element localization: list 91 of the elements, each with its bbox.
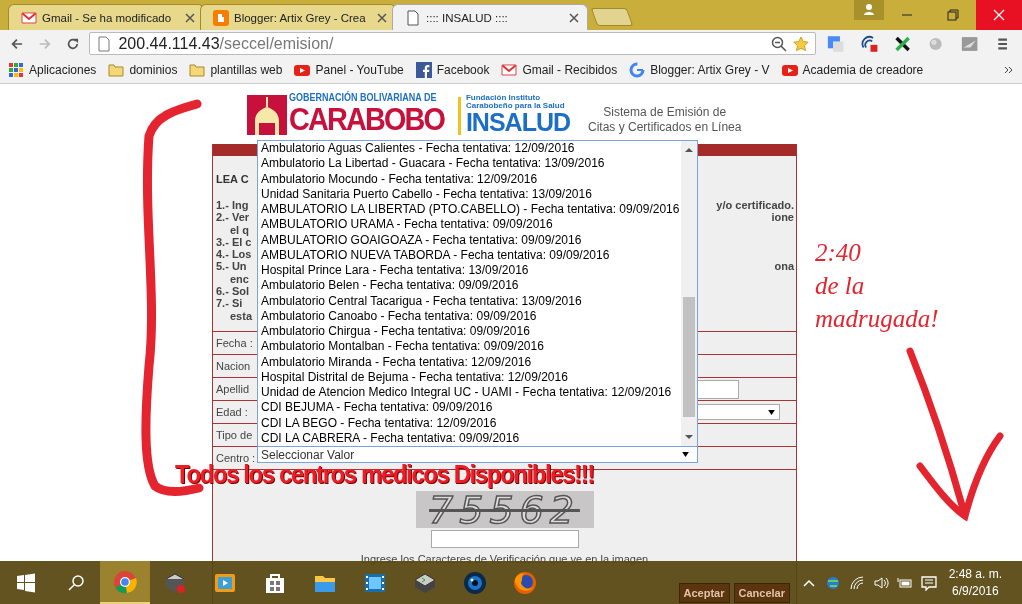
scrollbar[interactable]: [681, 141, 697, 446]
bookmark[interactable]: Gmail - Recibidos: [501, 62, 618, 78]
dropdown-option[interactable]: CDI LA CABRERA - Fecha tentativa: 09/09/2016: [261, 430, 681, 446]
film-icon: [363, 571, 387, 595]
dropdown-option[interactable]: Hospital Prince Lara - Fecha tentativa: 13/09/2016: [261, 263, 681, 279]
bookmark[interactable]: Academia de creadore: [781, 62, 924, 78]
chrome-icon: [113, 569, 137, 594]
dropdown-option[interactable]: Ambulatorio Chirgua - Fecha tentativa: 09/09/2016: [261, 324, 681, 340]
dropdown-option[interactable]: AMBULATORIO LA LIBERTAD (PTO.CABELLO) - Fecha tentativa: 09/09/2016: [261, 202, 681, 218]
caret-icon: [682, 452, 689, 457]
camera-lens-icon: [463, 571, 487, 595]
instruction-text: el q: [229, 223, 249, 236]
user-icon[interactable]: [854, 0, 884, 20]
instruction-text: ione: [771, 211, 794, 224]
g-icon: [629, 62, 646, 78]
site-subtitle: Citas y Certificados en Línea: [588, 120, 742, 135]
instruction-text: enc: [229, 272, 249, 286]
folder-icon: [108, 62, 125, 78]
facebook-icon: [415, 62, 432, 78]
mail-icon: [501, 62, 518, 78]
clock[interactable]: 2:48 a. m. 6/9/2016: [940, 566, 1022, 600]
more-icon[interactable]: [1004, 65, 1014, 75]
dropdown-option[interactable]: Unidad Sanitaria Puerto Cabello - Fecha tentativa: 13/09/2016: [261, 186, 681, 202]
handwritten-note: de la: [815, 271, 866, 301]
instruction-text: 7.- Si: [216, 297, 243, 310]
instruction-text: esta: [229, 309, 253, 322]
bookmark[interactable]: Aplicaciones: [8, 62, 97, 78]
dropdown-option[interactable]: Ambulatorio Aguas Calientes - Fecha tentativa: 12/09/2016: [261, 141, 681, 157]
page-icon: [405, 9, 421, 26]
instruction-text: 1.- Ing: [216, 199, 249, 212]
dropdown-option[interactable]: Ambulatorio La Libertad - Guacara - Fecha tentativa: 13/09/2016: [261, 156, 681, 172]
instruction-text: 3.- El c: [216, 235, 252, 249]
zoom-out-icon[interactable]: [771, 35, 788, 52]
star-icon[interactable]: [793, 35, 810, 52]
dropdown-option[interactable]: Ambulatorio Canoabo - Fecha tentativa: 09/09/2016: [261, 308, 681, 324]
form-button[interactable]: Cancelar: [733, 583, 790, 603]
captcha-image: 75562: [415, 491, 594, 528]
field-label: Fecha :: [216, 337, 253, 349]
dropdown-option[interactable]: Ambulatorio Belen - Fecha tentativa: 09/09/2016: [261, 278, 681, 294]
dropdown-option[interactable]: CDI LA BEGO - Fecha tentativa: 12/09/2016: [261, 415, 681, 431]
media-player-icon: [213, 571, 237, 595]
form-button[interactable]: Aceptar: [678, 583, 730, 603]
close-icon[interactable]: [569, 12, 579, 23]
dropdown-option[interactable]: Ambulatorio Miranda - Fecha tentativa: 12/09/2016: [261, 354, 681, 370]
page-icon: [96, 35, 113, 52]
folder-icon: [189, 62, 206, 78]
bookmark[interactable]: plantillas web: [189, 62, 283, 78]
instruction-text: 2.- Ver: [216, 211, 250, 224]
bookmark[interactable]: Blogger: Artix Grey - V: [629, 62, 770, 78]
dropdown-option[interactable]: CDI BEJUMA - Fecha tentativa: 09/09/2016: [261, 400, 681, 416]
bookmark[interactable]: Panel - YouTube: [294, 62, 404, 78]
building-icon: [247, 95, 287, 135]
field-label: Apellid: [216, 383, 250, 395]
centro-select[interactable]: Seleccionar Valor: [257, 446, 698, 463]
close-icon[interactable]: [377, 12, 387, 23]
browser-tab[interactable]: :::: INSALUD ::::: [392, 4, 588, 30]
dropdown-option[interactable]: Ambulatorio Central Tacarigua - Fecha tentativa: 13/09/2016: [261, 293, 681, 309]
handwritten-note: 2:40: [815, 238, 862, 268]
instruction-text: ona: [774, 260, 794, 273]
mail-icon: [21, 9, 37, 26]
captcha-field[interactable]: [430, 530, 579, 548]
dropdown-option[interactable]: AMBULATORIO GOAIGOAZA - Fecha tentativa: 09/09/2016: [261, 232, 681, 248]
apps-grid-icon: [8, 62, 24, 78]
store-bag-icon: [263, 571, 287, 595]
instruction-text: 5.- Un: [216, 260, 247, 273]
caret-icon: [768, 409, 775, 415]
bookmark[interactable]: Facebook: [415, 62, 490, 78]
play-icon: [294, 62, 311, 78]
site-subtitle: Sistema de Emisión de: [603, 105, 727, 120]
field-label: Edad :: [216, 406, 248, 418]
blogger-icon: [213, 9, 229, 26]
address-bar[interactable]: 200.44.114.43/seccel/emision/: [89, 32, 817, 55]
handwritten-note: madrugada!: [815, 304, 939, 334]
instruction-text: 4.- Los: [216, 248, 252, 261]
dropdown-option[interactable]: Unidad de Atencion Medico Integral UC - UAMI - Fecha tentativa: 12/09/2016: [261, 385, 681, 401]
bookmark[interactable]: dominios: [108, 62, 178, 78]
firefox-icon: [513, 571, 537, 595]
instruction-text: 6.- Sol: [216, 285, 249, 298]
field-label: Tipo de: [216, 429, 253, 441]
dropdown-option[interactable]: Hospital Distrital de Bejuma - Fecha tentativa: 12/09/2016: [261, 369, 681, 385]
dropdown-option[interactable]: Ambulatorio Mocundo - Fecha tentativa: 12/09/2016: [261, 171, 681, 187]
notice-text: LEA C: [216, 173, 249, 185]
play-icon: [781, 62, 798, 78]
instruction-text: y/o certificado.: [716, 199, 794, 212]
field-label: Nacion: [216, 360, 251, 372]
scroll-up-icon[interactable]: [684, 146, 694, 154]
scroll-down-icon[interactable]: [684, 433, 694, 441]
close-icon[interactable]: [185, 12, 195, 23]
dropdown-option[interactable]: AMBULATORIO URAMA - Fecha tentativa: 09/09/2016: [261, 217, 681, 233]
dropdown-option[interactable]: Ambulatorio Montalban - Fecha tentativa: 09/09/2016: [261, 339, 681, 355]
dropdown-option[interactable]: AMBULATORIO NUEVA TABORDA - Fecha tentativa: 09/09/2016: [261, 247, 681, 263]
